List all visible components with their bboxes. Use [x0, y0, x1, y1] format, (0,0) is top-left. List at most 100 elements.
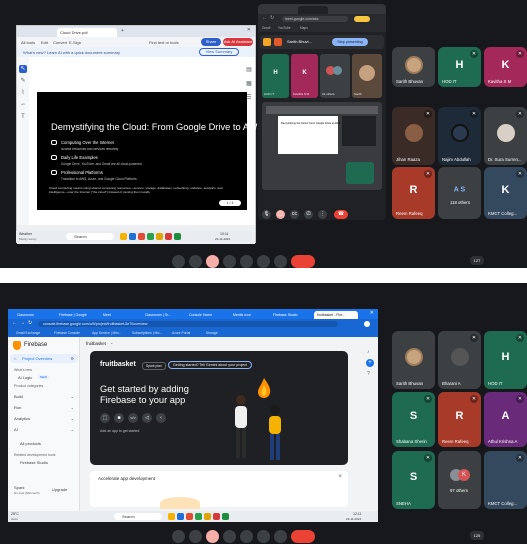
camera-off-icon[interactable]: ▢	[276, 210, 285, 219]
leave-call-button[interactable]	[291, 530, 315, 543]
add-icon[interactable]: +	[366, 359, 374, 367]
flutter-app-icon[interactable]: ‹	[156, 413, 166, 423]
menu-edit[interactable]: Edit	[41, 40, 48, 45]
participant-tile[interactable]: K ✕ Kavitha S M	[484, 47, 527, 87]
forward-icon[interactable]: →	[20, 320, 25, 326]
taskbar-search[interactable]: Search	[66, 233, 114, 240]
ask-ai-button[interactable]: Ask AI Assistant	[223, 38, 253, 46]
reactions-button[interactable]	[223, 530, 236, 543]
chrome-icon[interactable]	[186, 513, 193, 520]
raise-hand-button[interactable]	[257, 530, 270, 543]
bookmark[interactable]: Azure Portal	[172, 331, 190, 335]
leave-call-button[interactable]	[291, 255, 315, 268]
browser-tab[interactable]: Firebase Studio	[270, 311, 312, 319]
participant-tile[interactable]: R ✕ Reem Rafeeq	[392, 167, 435, 219]
view-summary-button[interactable]: View Summary	[199, 48, 239, 56]
participant-tile[interactable]: ✕ KMCT Colleg...	[484, 451, 527, 509]
back-icon[interactable]: ←	[12, 320, 17, 326]
chevron-down-icon[interactable]: ⌄	[110, 340, 113, 345]
app-icon[interactable]	[156, 233, 163, 240]
find-text-field[interactable]: Find text or tools	[149, 40, 179, 45]
participant-count[interactable]: 127	[470, 256, 484, 265]
settings-gear-icon[interactable]: ⚙	[70, 356, 74, 361]
upgrade-button[interactable]: Upgrade	[52, 487, 67, 492]
browser-tab[interactable]: Console Home	[186, 311, 228, 319]
edge-icon[interactable]	[129, 233, 136, 240]
participant-tile[interactable]: Sarith Bhuvan	[392, 47, 435, 87]
participant-tile[interactable]: ✕ Najim Abdullah	[438, 107, 481, 165]
captions-button[interactable]	[240, 530, 253, 543]
participant-tile[interactable]: ✕ Dr. Sura Surren...	[484, 107, 527, 165]
leave-call-icon[interactable]: ☎	[334, 210, 348, 219]
comment-tool-icon[interactable]: ✎	[19, 77, 27, 85]
ios-app-icon[interactable]: ⬚	[100, 413, 110, 423]
reload-icon[interactable]: ↻	[270, 15, 274, 21]
acrobat-icon[interactable]	[165, 233, 172, 240]
captions-button[interactable]	[240, 255, 253, 268]
browser-tab[interactable]: Firebase | Google	[56, 311, 98, 319]
browser-tab[interactable]: Classroom	[14, 311, 54, 319]
store-icon[interactable]	[147, 233, 154, 240]
bookmark[interactable]: Gmail Exchange	[16, 331, 40, 335]
vscode-icon[interactable]	[174, 233, 181, 240]
participant-tile[interactable]: ✕ Jihan Raaza	[392, 107, 435, 165]
bookmark[interactable]: Storage	[206, 331, 218, 335]
participant-tile[interactable]: K ✕ KMCT Colleg...	[484, 167, 527, 219]
draw-tool-icon[interactable]: ∽	[19, 101, 27, 109]
mini-tile[interactable]: K Kavitha S M	[291, 54, 318, 98]
browser-tab[interactable]: Meet	[100, 311, 140, 319]
profile-chip[interactable]	[354, 16, 370, 22]
participant-tile[interactable]: A ✕ Athul Krishna A	[484, 392, 527, 447]
participant-tile[interactable]: H ✕ HOD IT	[438, 47, 481, 87]
help-icon[interactable]: ?	[367, 371, 370, 377]
participant-tile[interactable]: R ✕ Reem Rafeeq	[438, 392, 481, 447]
browser-tab[interactable]: Mentis now	[230, 311, 268, 319]
stop-presenting-button[interactable]: Stop presenting	[332, 38, 368, 46]
camera-button[interactable]	[189, 255, 202, 268]
firebase-studio-link[interactable]: Firebase Studio	[20, 460, 48, 465]
bookmark-icon[interactable]: ▤	[245, 66, 253, 74]
close-window-icon[interactable]: ✕	[370, 310, 374, 316]
category-ai[interactable]: AI	[14, 427, 18, 432]
project-overview-item[interactable]: ⌂ Project Overview ⚙	[10, 354, 78, 363]
bell-icon[interactable]: ♪	[367, 349, 370, 355]
present-button[interactable]	[206, 530, 219, 543]
select-tool-icon[interactable]: ↖	[19, 65, 27, 73]
back-icon[interactable]: ←	[262, 15, 267, 21]
all-products-link[interactable]: All products	[20, 441, 41, 446]
bookmark-maps[interactable]: Maps	[300, 26, 308, 30]
file-explorer-icon[interactable]	[120, 233, 127, 240]
participant-tile-others[interactable]: A S 118 others	[438, 167, 481, 219]
participant-count[interactable]: 125	[470, 531, 484, 540]
participant-tile[interactable]: H ✕ HOD IT	[484, 331, 527, 389]
taskbar-search[interactable]: Search	[114, 513, 162, 520]
chrome-icon[interactable]	[138, 233, 145, 240]
bookmark[interactable]: Firebase Console	[54, 331, 80, 335]
share-button[interactable]: Share	[201, 38, 221, 46]
bookmark[interactable]: App Service | Micr...	[92, 331, 121, 335]
participant-tile[interactable]: S ✕ SNEHA	[392, 451, 435, 509]
highlight-tool-icon[interactable]: ⌇	[19, 89, 27, 97]
present-button[interactable]	[206, 255, 219, 268]
more-options-button[interactable]	[274, 255, 287, 268]
browser-tab-active[interactable]: fruitbasket - Fire...	[314, 311, 358, 319]
more-options-button[interactable]	[274, 530, 287, 543]
mini-tile-others[interactable]: 22 others	[320, 54, 350, 98]
thumbnails-icon[interactable]: ▦	[245, 80, 253, 88]
pdf-tab[interactable]: Cloud Drive.pdf	[57, 28, 117, 37]
weather-widget[interactable]: Weather	[19, 232, 32, 236]
app-icon[interactable]	[204, 513, 211, 520]
category-analytics[interactable]: Analytics	[14, 416, 30, 421]
bookmark[interactable]: Subscriptions | Mic...	[132, 331, 162, 335]
unity-app-icon[interactable]: ◁	[142, 413, 152, 423]
category-build[interactable]: Build	[14, 394, 23, 399]
bookmark-gmail[interactable]: Gmail	[262, 26, 270, 30]
bookmark-youtube[interactable]: YouTube	[278, 26, 291, 30]
gemini-prompt-chip[interactable]: Getting started? Tell Gemini about your …	[168, 361, 253, 369]
url-field[interactable]: console.firebase.google.com/u/0/project/…	[38, 321, 338, 327]
mic-button[interactable]	[172, 530, 185, 543]
text-tool-icon[interactable]: T	[19, 113, 27, 121]
menu-esign[interactable]: E-Sign	[69, 40, 81, 45]
android-app-icon[interactable]: ■	[114, 413, 124, 423]
store-icon[interactable]	[195, 513, 202, 520]
